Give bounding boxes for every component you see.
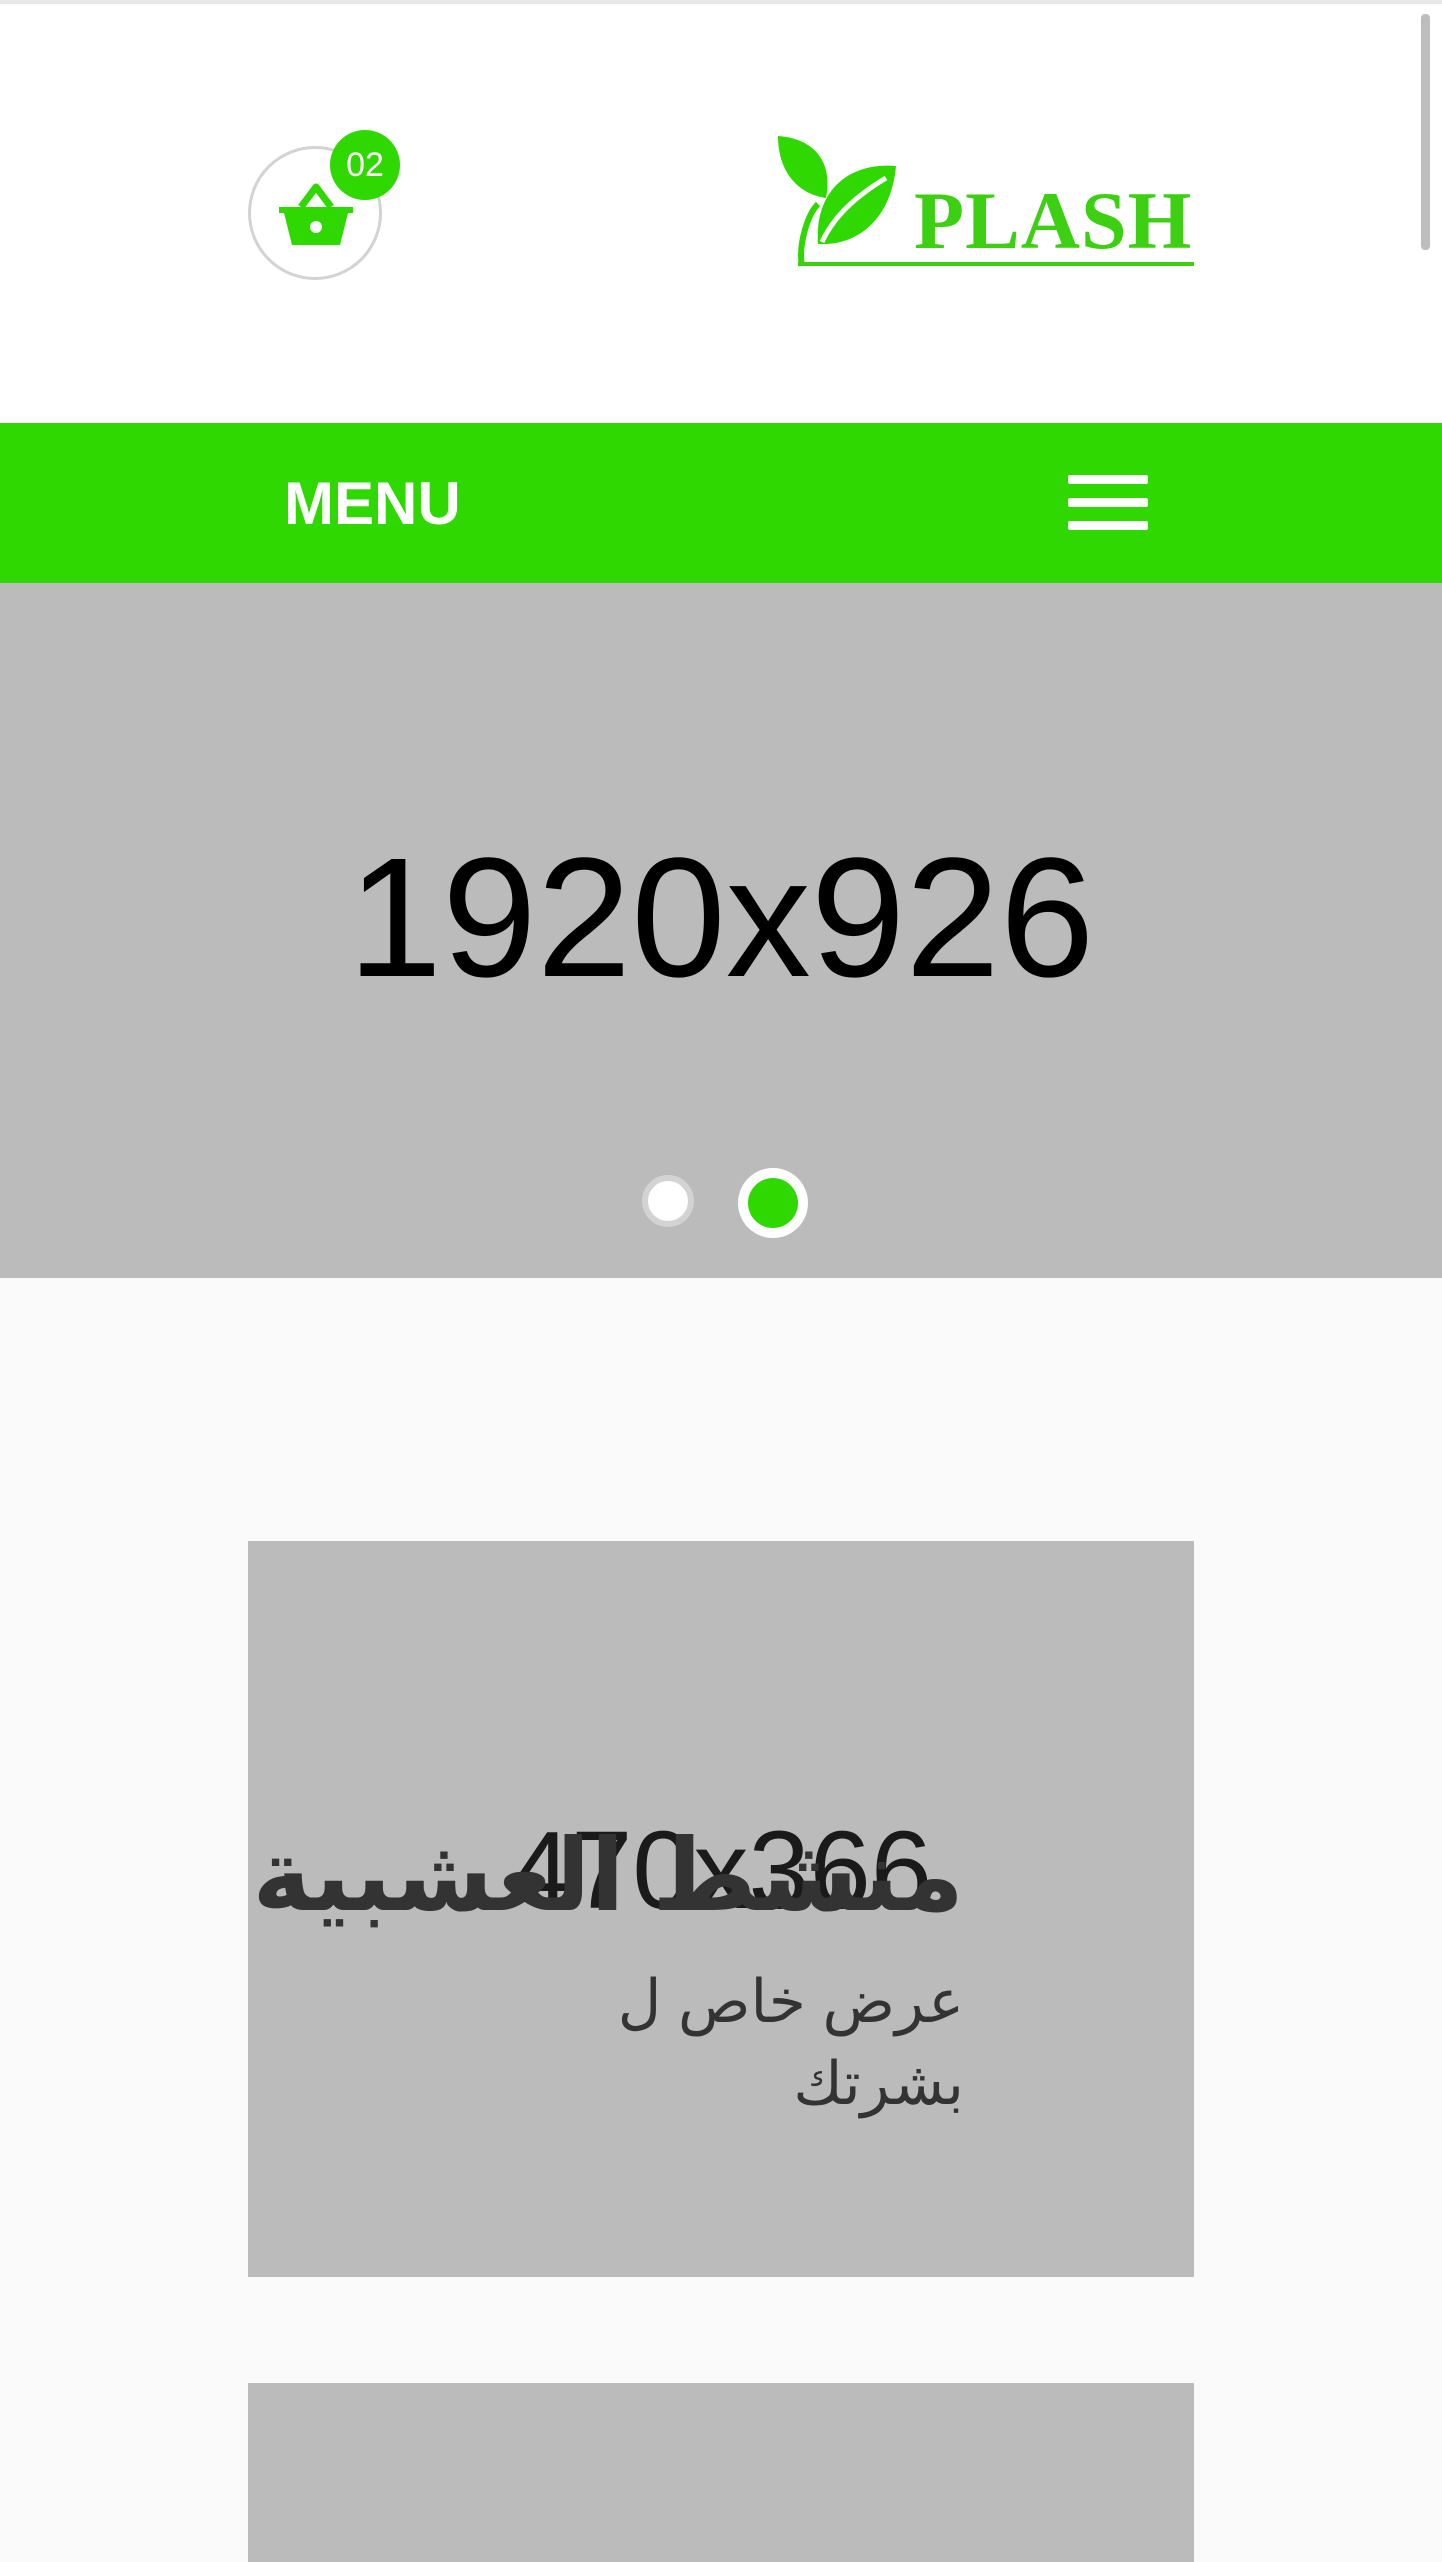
cart-count-badge: 02	[330, 130, 400, 200]
slider-dot-2-active[interactable]	[738, 1168, 808, 1238]
promo-card-2[interactable]	[248, 2383, 1194, 2562]
card-title: منشط العشبية	[252, 1820, 964, 1932]
site-logo[interactable]: PLASH	[768, 134, 1198, 274]
logo-text: PLASH	[914, 175, 1193, 266]
slider-dot-1[interactable]	[642, 1175, 694, 1227]
hero-slider: 1920x926	[0, 583, 1442, 1278]
logo-underline	[798, 262, 1194, 266]
hamburger-icon[interactable]	[1068, 475, 1150, 531]
menu-bar: MENU	[0, 423, 1442, 583]
page: 02 PLASH MENU 1920x926 470x366 منشط العش…	[0, 0, 1442, 2562]
menu-label[interactable]: MENU	[284, 469, 461, 539]
hero-placeholder-text: 1920x926	[347, 823, 1095, 1013]
scrollbar-thumb[interactable]	[1421, 14, 1430, 250]
promo-card[interactable]: 470x366 منشط العشبية عرض خاص ل بشرتك	[248, 1541, 1194, 2277]
leaf-logo-icon	[778, 136, 896, 267]
card-subtitle: عرض خاص ل بشرتك	[617, 1968, 964, 2117]
site-header: 02 PLASH	[0, 0, 1442, 423]
